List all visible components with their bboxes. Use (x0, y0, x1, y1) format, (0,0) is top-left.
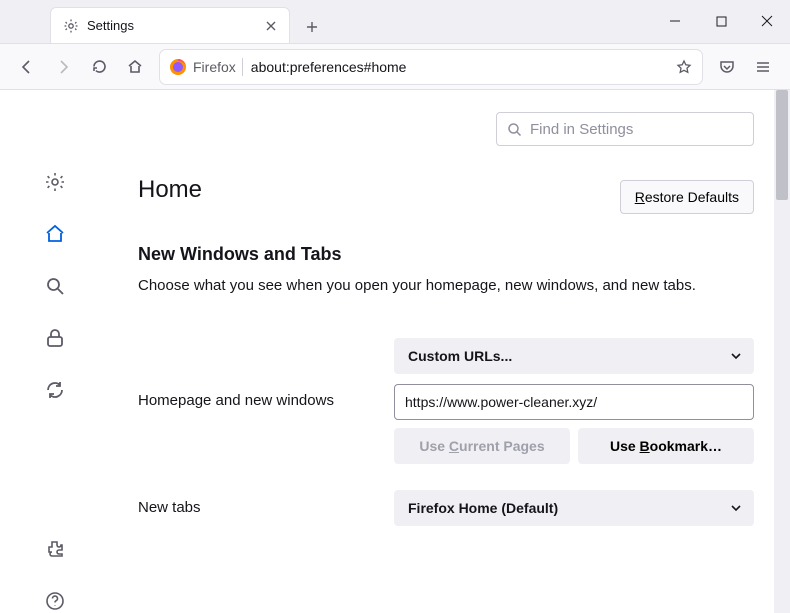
chevron-down-icon (730, 350, 742, 362)
scrollbar-thumb[interactable] (776, 90, 788, 200)
tab-title: Settings (87, 18, 263, 33)
use-current-pages-button[interactable]: Use Current Pages (394, 428, 570, 464)
sidebar-help-icon[interactable] (43, 589, 67, 613)
titlebar: Settings (0, 0, 790, 44)
dropdown-value: Firefox Home (Default) (408, 500, 558, 516)
restore-defaults-button[interactable]: Restore Defaults (620, 180, 754, 214)
gear-icon (63, 18, 79, 34)
app-menu-button[interactable] (746, 50, 780, 84)
window-controls (652, 0, 790, 43)
url-product: Firefox (193, 59, 236, 75)
maximize-button[interactable] (698, 0, 744, 43)
sidebar-extensions-icon[interactable] (43, 537, 67, 561)
homepage-label: Homepage and new windows (138, 338, 394, 409)
homepage-mode-dropdown[interactable]: Custom URLs... (394, 338, 754, 374)
firefox-icon (169, 58, 187, 76)
pocket-button[interactable] (710, 50, 744, 84)
sidebar-sync-icon[interactable] (43, 378, 67, 402)
search-placeholder: Find in Settings (530, 121, 633, 138)
sidebar-privacy-icon[interactable] (43, 326, 67, 350)
newtabs-label: New tabs (138, 499, 394, 516)
chevron-down-icon (730, 502, 742, 514)
url-text: about:preferences#home (251, 59, 675, 75)
use-bookmark-button[interactable]: Use Bookmark… (578, 428, 754, 464)
newtabs-dropdown[interactable]: Firefox Home (Default) (394, 490, 754, 526)
sidebar-search-icon[interactable] (43, 274, 67, 298)
browser-tab[interactable]: Settings (50, 7, 290, 43)
section-description: Choose what you see when you open your h… (138, 275, 754, 298)
section-title: New Windows and Tabs (138, 244, 754, 265)
settings-page: Find in Settings Home Restore Defaults N… (0, 90, 790, 613)
vertical-scrollbar[interactable] (774, 90, 790, 613)
new-tab-button[interactable] (296, 11, 328, 43)
url-separator (242, 58, 243, 76)
navigation-toolbar: Firefox about:preferences#home (0, 44, 790, 90)
back-button[interactable] (10, 50, 44, 84)
home-button[interactable] (118, 50, 152, 84)
sidebar-general-icon[interactable] (43, 170, 67, 194)
close-window-button[interactable] (744, 0, 790, 43)
settings-main: Find in Settings Home Restore Defaults N… (110, 90, 790, 613)
forward-button[interactable] (46, 50, 80, 84)
close-tab-button[interactable] (263, 18, 279, 34)
dropdown-value: Custom URLs... (408, 348, 512, 364)
homepage-url-input[interactable] (394, 384, 754, 420)
settings-search-input[interactable]: Find in Settings (496, 112, 754, 146)
bookmark-star-icon[interactable] (675, 58, 693, 76)
settings-sidebar (0, 90, 110, 613)
url-bar[interactable]: Firefox about:preferences#home (160, 50, 702, 84)
reload-button[interactable] (82, 50, 116, 84)
minimize-button[interactable] (652, 0, 698, 43)
sidebar-home-icon[interactable] (43, 222, 67, 246)
